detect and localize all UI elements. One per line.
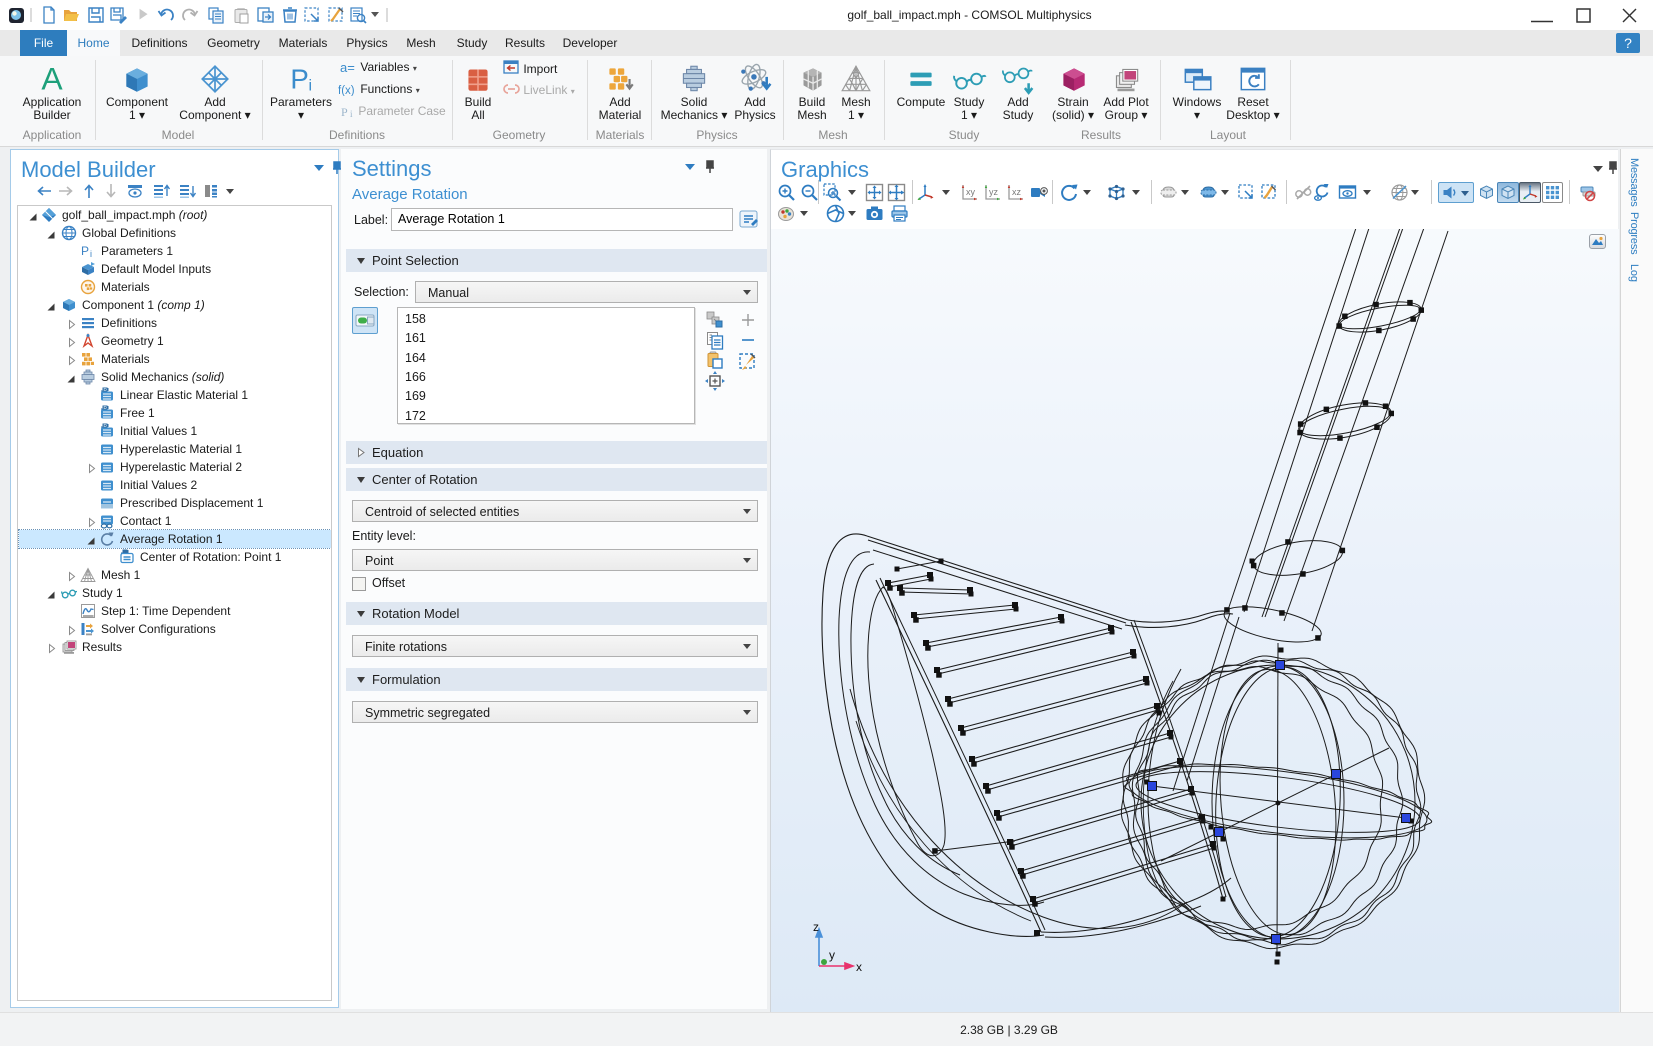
svg-text:y: y — [829, 948, 835, 962]
svg-text:P: P — [81, 244, 89, 258]
svg-text:i: i — [90, 249, 92, 259]
svg-text:P: P — [341, 105, 348, 118]
svg-text:x: x — [856, 960, 862, 974]
svg-text:xy: xy — [966, 187, 976, 197]
svg-text:i: i — [308, 78, 312, 95]
svg-text:z: z — [813, 920, 819, 934]
svg-text:i: i — [350, 109, 353, 118]
svg-text:A: A — [41, 62, 63, 96]
svg-text:xz: xz — [1012, 187, 1022, 197]
svg-text:P: P — [290, 64, 308, 95]
svg-text:yz: yz — [989, 187, 999, 197]
svg-text:a=: a= — [340, 61, 355, 74]
svg-text:f(x): f(x) — [338, 85, 355, 96]
